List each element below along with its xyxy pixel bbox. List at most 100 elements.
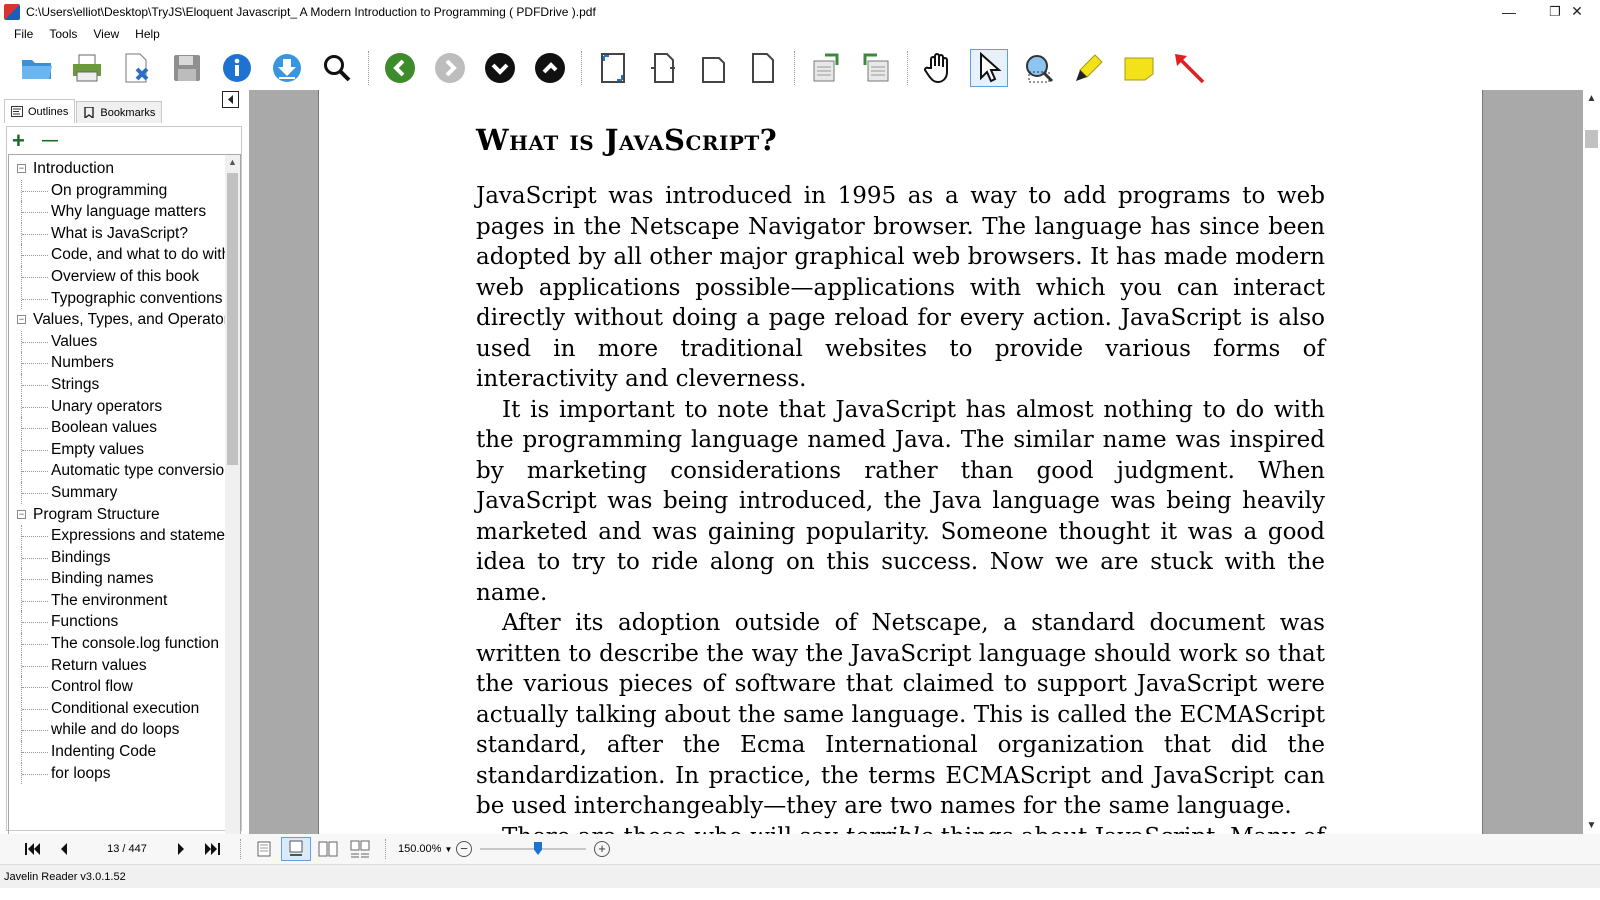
tree-node-label: Why language matters [51, 203, 207, 221]
tree-node-section[interactable]: Why language matters [9, 201, 227, 223]
tree-node-chapter[interactable]: − Introduction [9, 158, 227, 180]
tree-node-section[interactable]: The console.log function [9, 633, 227, 655]
note-icon[interactable] [1120, 49, 1158, 87]
document-view[interactable]: What is JavaScript? JavaScript was intro… [249, 90, 1583, 834]
tree-node-section[interactable]: Overview of this book [9, 265, 227, 288]
tree-node-chapter[interactable]: − Values, Types, and Operators [9, 309, 227, 331]
toolbar-separator [907, 50, 908, 85]
zoom-in-icon[interactable]: + [594, 841, 610, 857]
tree-node-section[interactable]: while and do loops [9, 719, 227, 741]
download-icon[interactable] [268, 49, 306, 87]
previous-page-icon[interactable] [53, 838, 75, 860]
tree-node-section[interactable]: The environment [9, 589, 227, 612]
tree-node-section[interactable]: Strings [9, 373, 227, 396]
first-page-icon[interactable] [22, 838, 44, 860]
open-folder-icon[interactable] [18, 49, 56, 87]
menu-view[interactable]: View [85, 27, 127, 41]
tree-node-label: Unary operators [51, 397, 163, 415]
close-document-icon[interactable] [118, 49, 156, 87]
tree-node-section[interactable]: Code, and what to do with [9, 244, 227, 266]
page-number-field[interactable]: 13 / 447 [94, 839, 160, 859]
menu-file[interactable]: File [6, 27, 41, 41]
tree-node-section[interactable]: On programming [9, 179, 227, 202]
tree-node-section[interactable]: Return values [9, 654, 227, 677]
info-icon[interactable] [218, 49, 256, 87]
tree-node-section[interactable]: Conditional execution [9, 697, 227, 720]
app-version: Javelin Reader v3.0.1.52 [4, 870, 126, 883]
tree-node-section[interactable]: Unary operators [9, 395, 227, 418]
navigation-bar: 13 / 447 150.00% ▼ − + [0, 834, 1600, 864]
rotate-right-icon[interactable] [744, 49, 782, 87]
scroll-up-arrow-icon[interactable]: ▲ [1583, 90, 1600, 107]
close-button[interactable]: ✕ [1554, 0, 1600, 23]
zoom-slider-handle[interactable] [534, 842, 542, 855]
tree-vertical-scrollbar[interactable]: ▲ ▼ [225, 155, 240, 848]
arrow-annotation-icon[interactable] [1170, 49, 1208, 87]
save-icon[interactable] [168, 49, 206, 87]
hand-tool-icon[interactable] [920, 49, 958, 87]
pdf-page[interactable]: What is JavaScript? JavaScript was intro… [318, 90, 1483, 834]
tree-node-section[interactable]: What is JavaScript? [9, 222, 227, 245]
export-icon[interactable] [807, 49, 845, 87]
select-tool-icon[interactable] [970, 48, 1008, 87]
tree-node-label: The environment [51, 591, 168, 609]
tree-node-section[interactable]: for loops [9, 762, 227, 785]
collapse-panel-button[interactable] [222, 91, 239, 108]
page-content: What is JavaScript? JavaScript was intro… [476, 120, 1325, 834]
tree-node-section[interactable]: Automatic type conversion [9, 460, 227, 482]
collapse-node-icon[interactable]: − [17, 164, 26, 173]
tree-node-section[interactable]: Empty values [9, 438, 227, 461]
snapshot-tool-icon[interactable] [1020, 49, 1058, 87]
tree-node-section[interactable]: Functions [9, 611, 227, 633]
document-scrollbar[interactable]: ▲ ▼ [1583, 90, 1600, 834]
tree-node-chapter[interactable]: − Program Structure [9, 504, 227, 526]
print-icon[interactable] [68, 49, 106, 87]
fit-width-icon[interactable] [644, 49, 682, 87]
tab-outlines[interactable]: Outlines [4, 99, 76, 123]
collapse-node-icon[interactable]: − [17, 509, 26, 519]
zoom-level-select[interactable]: 150.00% ▼ [398, 843, 456, 855]
fit-page-icon[interactable] [594, 49, 632, 87]
facing-view-icon[interactable] [313, 837, 343, 861]
scrollbar-thumb[interactable] [227, 173, 238, 465]
expand-all-button[interactable]: + [12, 130, 42, 152]
scroll-down-arrow-icon[interactable]: ▼ [1583, 817, 1600, 834]
forward-icon[interactable] [431, 49, 469, 87]
menu-help[interactable]: Help [127, 27, 168, 41]
tree-node-section[interactable]: Values [9, 330, 227, 353]
tab-bookmarks[interactable]: Bookmarks [76, 101, 163, 123]
menu-tools[interactable]: Tools [41, 27, 85, 41]
tree-node-section[interactable]: Binding names [9, 568, 227, 590]
tree-node-section[interactable]: Bindings [9, 546, 227, 569]
search-icon[interactable] [318, 49, 356, 87]
tree-node-section[interactable]: Indenting Code [9, 741, 227, 763]
window-title: C:\Users\elliot\Desktop\TryJS\Eloquent J… [26, 4, 596, 19]
tree-node-section[interactable]: Control flow [9, 676, 227, 698]
tree-node-label: Indenting Code [51, 743, 157, 761]
zoom-slider[interactable] [480, 840, 586, 858]
tree-node-section[interactable]: Numbers [9, 352, 227, 374]
zoom-out-icon[interactable]: − [456, 841, 472, 857]
next-page-icon[interactable] [170, 838, 192, 860]
back-icon[interactable] [381, 49, 419, 87]
tree-node-section[interactable]: Summary [9, 481, 227, 504]
tree-node-section[interactable]: Boolean values [9, 417, 227, 439]
collapse-node-icon[interactable]: − [17, 315, 26, 325]
scroll-up-icon[interactable] [531, 49, 569, 87]
single-page-view-icon[interactable] [249, 837, 279, 861]
collapse-all-button[interactable]: — [42, 130, 72, 152]
import-icon[interactable] [857, 49, 895, 87]
rotate-left-icon[interactable] [694, 49, 732, 87]
tree-node-section[interactable]: Typographic conventions [9, 287, 227, 310]
scroll-down-icon[interactable] [481, 49, 519, 87]
scroll-up-arrow-icon[interactable]: ▲ [225, 155, 240, 170]
highlighter-icon[interactable] [1070, 49, 1108, 87]
tree-node-label: Strings [51, 375, 100, 393]
tree-node-label: Automatic type conversion [51, 462, 227, 480]
tree-node-section[interactable]: Expressions and statements [9, 525, 227, 547]
scrollbar-thumb[interactable] [1585, 130, 1598, 148]
continuous-facing-view-icon[interactable] [345, 837, 375, 861]
minimize-button[interactable]: — [1486, 0, 1532, 23]
continuous-view-icon[interactable] [281, 837, 311, 861]
last-page-icon[interactable] [201, 838, 223, 860]
